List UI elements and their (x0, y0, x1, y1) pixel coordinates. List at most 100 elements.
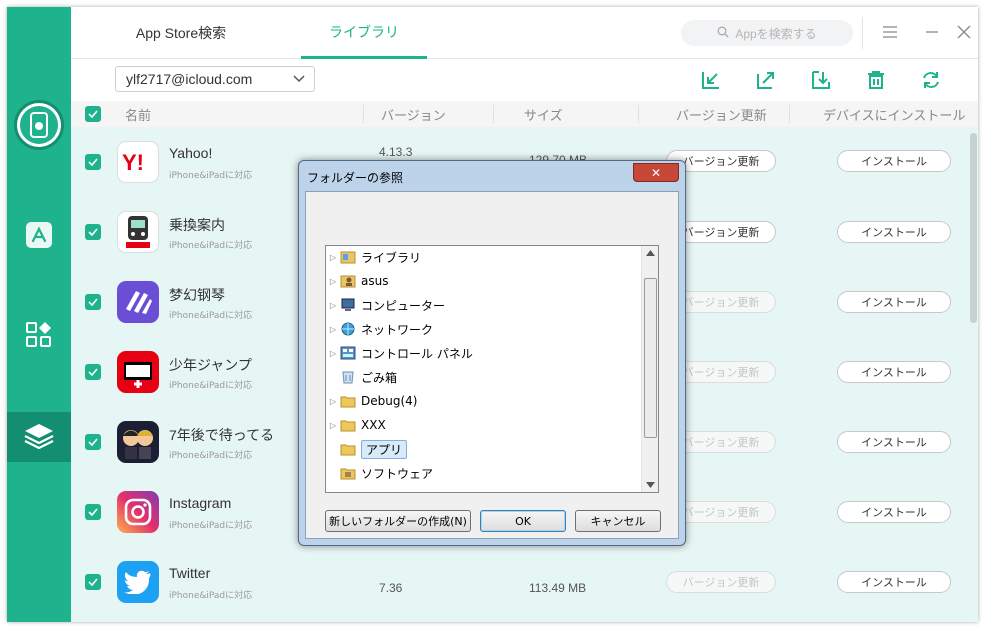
tree-item[interactable]: ソフトウェア (326, 462, 433, 484)
column-install[interactable]: デバイスにインストール (823, 101, 965, 127)
scroll-up-icon[interactable] (646, 250, 655, 256)
install-button[interactable]: インストール (837, 361, 951, 383)
tree-item[interactable]: ▷ コントロール パネル (326, 342, 473, 364)
install-button[interactable]: インストール (837, 501, 951, 523)
column-divider (789, 105, 790, 123)
dialog-close-button[interactable]: ✕ (633, 163, 679, 182)
expand-arrow-icon[interactable]: ▷ (326, 397, 340, 406)
list-scrollbar[interactable] (969, 127, 978, 622)
expand-arrow-icon[interactable]: ▷ (326, 325, 340, 334)
instagram-app-icon (117, 491, 159, 533)
folder-icon (340, 420, 356, 432)
trash-icon[interactable] (864, 68, 888, 92)
row-checkbox[interactable] (85, 364, 101, 380)
recycle-bin-icon (342, 371, 354, 384)
tree-item[interactable]: ▷ Debug(4) (326, 390, 418, 412)
column-divider (363, 105, 364, 123)
row-checkbox[interactable] (85, 434, 101, 450)
folder-icon (340, 396, 356, 408)
apps-grid-icon (25, 321, 53, 353)
export-icon[interactable] (754, 68, 778, 92)
table-header: 名前 バージョン サイズ バージョン更新 デバイスにインストール (71, 101, 978, 127)
row-checkbox[interactable] (85, 224, 101, 240)
cancel-button[interactable]: キャンセル (575, 510, 661, 532)
tree-item[interactable]: ▷ コンピューター (326, 294, 445, 316)
select-all-checkbox[interactable] (85, 101, 101, 127)
download-to-device-icon[interactable] (809, 68, 833, 92)
column-update[interactable]: バージョン更新 (676, 101, 767, 127)
column-name[interactable]: 名前 (125, 101, 151, 127)
close-icon[interactable] (952, 20, 976, 44)
row-checkbox[interactable] (85, 154, 101, 170)
chevron-down-icon (292, 71, 306, 88)
refresh-icon[interactable] (919, 68, 943, 92)
row-checkbox[interactable] (85, 294, 101, 310)
tree-item[interactable]: ▷ ライブラリ (326, 246, 421, 268)
tree-item-selected[interactable]: アプリ (326, 438, 408, 460)
expand-arrow-icon[interactable]: ▷ (326, 277, 340, 286)
expand-arrow-icon[interactable]: ▷ (326, 349, 340, 358)
tree-item-label: ネットワーク (361, 322, 434, 337)
app-name: 梦幻钢琴 (169, 287, 225, 303)
network-icon (341, 322, 355, 336)
tree-item-label: XXX (361, 418, 386, 432)
sidebar-item-apps[interactable] (7, 312, 71, 362)
app-name: Instagram (169, 495, 232, 511)
device-avatar[interactable] (14, 100, 64, 150)
expand-arrow-icon[interactable]: ▷ (326, 253, 340, 262)
tab-library[interactable]: ライブラリ (301, 7, 427, 59)
app-version: 7.36 (379, 581, 403, 595)
app-compat: iPhone&iPadに対応 (169, 381, 253, 391)
tree-item[interactable]: ▷ asus (326, 270, 389, 292)
game-app-icon (117, 421, 159, 463)
sidebar-item-app-store[interactable] (7, 212, 71, 262)
piano-app-icon (117, 281, 159, 323)
search-icon (717, 26, 729, 41)
account-select[interactable]: ylf2717@icloud.com (115, 66, 315, 92)
install-button[interactable]: インストール (837, 150, 951, 172)
toolbar: ylf2717@icloud.com (71, 59, 978, 101)
ok-button[interactable]: OK (480, 510, 566, 532)
app-name: 少年ジャンプ (169, 357, 252, 373)
new-folder-button[interactable]: 新しいフォルダーの作成(N) (325, 510, 471, 532)
install-button[interactable]: インストール (837, 431, 951, 453)
minimize-icon[interactable] (920, 20, 944, 44)
menu-icon[interactable] (878, 20, 902, 44)
browse-folder-dialog: フォルダーの参照 ✕ ▷ ライブラリ ▷ asus ▷ コンピューター ▷ ネッ (298, 160, 686, 546)
install-button[interactable]: インストール (837, 291, 951, 313)
library-icon (340, 251, 356, 264)
tree-item[interactable]: ごみ箱 (326, 366, 397, 388)
update-button[interactable]: バージョン更新 (666, 571, 776, 593)
twitter-app-icon (117, 561, 159, 603)
search-input[interactable]: Appを検索する (681, 20, 853, 46)
tree-item-label: asus (361, 274, 389, 288)
tree-item-label: コンピューター (361, 298, 446, 313)
scroll-down-icon[interactable] (646, 482, 655, 488)
expand-arrow-icon[interactable]: ▷ (326, 301, 340, 310)
tree-item[interactable]: ▷ ネットワーク (326, 318, 433, 340)
column-divider (493, 105, 494, 123)
tab-app-store-search[interactable]: App Store検索 (111, 7, 251, 59)
top-bar: App Store検索 ライブラリ Appを検索する (71, 7, 978, 59)
tree-item-label: アプリ (361, 439, 408, 459)
folder-icon (340, 444, 356, 456)
tree-item[interactable]: ▷ XXX (326, 414, 386, 436)
row-checkbox[interactable] (85, 504, 101, 520)
install-button[interactable]: インストール (837, 571, 951, 593)
scrollbar-thumb[interactable] (644, 278, 657, 438)
app-name: Yahoo! (169, 145, 213, 161)
tree-item-label: ライブラリ (361, 250, 422, 265)
column-version[interactable]: バージョン (381, 101, 446, 127)
sidebar-item-library[interactable] (7, 412, 71, 462)
expand-arrow-icon[interactable]: ▷ (326, 421, 340, 430)
tree-scrollbar[interactable] (641, 246, 658, 492)
column-size[interactable]: サイズ (524, 101, 563, 127)
svg-text:Y!: Y! (122, 150, 144, 174)
app-compat: iPhone&iPadに対応 (169, 171, 253, 181)
scrollbar-thumb[interactable] (970, 133, 977, 323)
import-icon[interactable] (699, 68, 723, 92)
row-checkbox[interactable] (85, 574, 101, 590)
folder-tree[interactable]: ▷ ライブラリ ▷ asus ▷ コンピューター ▷ ネットワーク ▷ コントロ… (325, 245, 659, 493)
tree-item-label: コントロール パネル (361, 346, 473, 361)
install-button[interactable]: インストール (837, 221, 951, 243)
